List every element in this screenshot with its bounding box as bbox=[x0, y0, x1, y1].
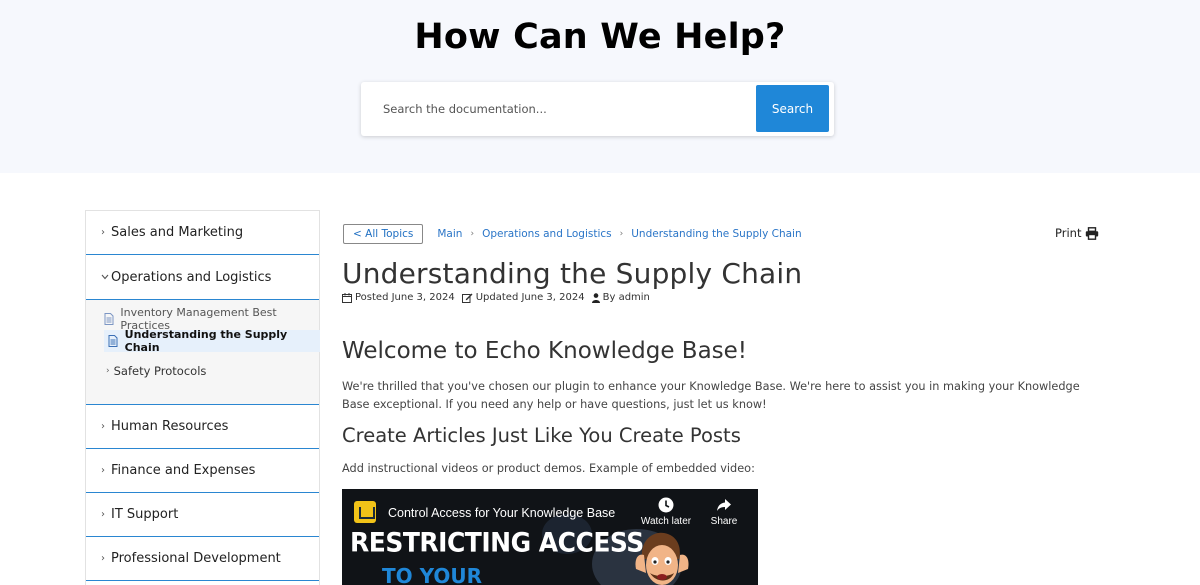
category-articles-panel: Inventory Management Best Practices Unde… bbox=[86, 300, 320, 405]
category-label: IT Support bbox=[111, 507, 179, 522]
sidebar-article-understanding-supply-chain[interactable]: Understanding the Supply Chain bbox=[104, 328, 320, 354]
category-sidebar: › Sales and Marketing Operations and Log… bbox=[85, 210, 320, 585]
channel-logo-icon bbox=[354, 501, 376, 523]
article-heading-create: Create Articles Just Like You Create Pos… bbox=[342, 424, 741, 447]
video-title[interactable]: Control Access for Your Knowledge Base bbox=[388, 506, 615, 520]
category-label: Professional Development bbox=[111, 551, 281, 566]
document-icon bbox=[108, 335, 120, 347]
chevron-right-icon: › bbox=[101, 509, 105, 520]
category-label: Human Resources bbox=[111, 419, 229, 434]
hero-title: How Can We Help? bbox=[414, 17, 786, 57]
hero-section: How Can We Help? Search bbox=[0, 0, 1200, 173]
sidebar-subcategory-safety-protocols[interactable]: › Safety Protocols bbox=[106, 360, 206, 382]
all-topics-button[interactable]: < All Topics bbox=[343, 224, 424, 244]
search-button[interactable]: Search bbox=[756, 85, 829, 132]
calendar-icon bbox=[342, 292, 352, 303]
updated-date: Updated June 3, 2024 bbox=[461, 292, 585, 303]
sidebar-article-inventory-management[interactable]: Inventory Management Best Practices bbox=[104, 306, 319, 332]
video-thumbnail-person bbox=[635, 532, 689, 585]
posted-date: Posted June 3, 2024 bbox=[342, 292, 455, 303]
article-label: Understanding the Supply Chain bbox=[124, 328, 288, 354]
watch-later-button[interactable]: Watch later bbox=[638, 497, 694, 527]
category-label: Operations and Logistics bbox=[111, 269, 272, 285]
print-button[interactable]: Print bbox=[1055, 226, 1099, 240]
print-label: Print bbox=[1055, 226, 1082, 240]
share-button[interactable]: Share bbox=[702, 497, 746, 527]
article-heading-welcome: Welcome to Echo Knowledge Base! bbox=[342, 338, 748, 364]
breadcrumb-item-main[interactable]: Main bbox=[437, 228, 462, 240]
author: By admin bbox=[591, 292, 650, 303]
document-icon bbox=[104, 313, 115, 325]
breadcrumb: < All Topics Main › Operations and Logis… bbox=[343, 224, 802, 244]
chevron-right-icon: › bbox=[470, 229, 475, 239]
article-paragraph-video: Add instructional videos or product demo… bbox=[342, 462, 755, 475]
sidebar-category-operations-and-logistics[interactable]: Operations and Logistics bbox=[86, 255, 319, 300]
category-label: Finance and Expenses bbox=[111, 463, 256, 478]
sidebar-category-sales-and-marketing[interactable]: › Sales and Marketing bbox=[86, 211, 319, 255]
sidebar-category-finance-and-expenses[interactable]: › Finance and Expenses bbox=[86, 449, 319, 493]
chevron-down-icon bbox=[101, 272, 111, 283]
embedded-video[interactable]: Control Access for Your Knowledge Base W… bbox=[342, 489, 758, 585]
subcategory-label: Safety Protocols bbox=[113, 364, 207, 378]
edit-icon bbox=[461, 293, 473, 303]
video-banner-text-2: TO YOUR bbox=[382, 564, 483, 585]
clock-icon bbox=[658, 497, 674, 513]
breadcrumb-item-current[interactable]: Understanding the Supply Chain bbox=[631, 228, 801, 240]
chevron-right-icon: › bbox=[101, 465, 105, 476]
video-banner-text: RESTRICTING ACCESS bbox=[350, 527, 644, 558]
article-title: Understanding the Supply Chain bbox=[342, 257, 803, 290]
article-paragraph-intro: We're thrilled that you've chosen our pl… bbox=[342, 380, 1080, 411]
search-input[interactable] bbox=[371, 90, 751, 128]
sidebar-category-professional-development[interactable]: › Professional Development bbox=[86, 537, 319, 581]
search-box: Search bbox=[361, 82, 834, 136]
sidebar-category-it-support[interactable]: › IT Support bbox=[86, 493, 319, 537]
chevron-right-icon: › bbox=[101, 553, 105, 564]
printer-icon bbox=[1086, 226, 1099, 240]
category-label: Sales and Marketing bbox=[111, 225, 244, 240]
article-meta: Posted June 3, 2024 Updated June 3, 2024… bbox=[342, 292, 657, 303]
breadcrumb-item-category[interactable]: Operations and Logistics bbox=[482, 228, 612, 240]
share-icon bbox=[717, 499, 731, 511]
chevron-right-icon: › bbox=[101, 421, 105, 432]
chevron-right-icon: › bbox=[101, 227, 105, 238]
sidebar-category-human-resources[interactable]: › Human Resources bbox=[86, 405, 319, 449]
user-icon bbox=[591, 292, 600, 303]
chevron-right-icon: › bbox=[619, 229, 624, 239]
chevron-right-icon: › bbox=[106, 366, 110, 376]
